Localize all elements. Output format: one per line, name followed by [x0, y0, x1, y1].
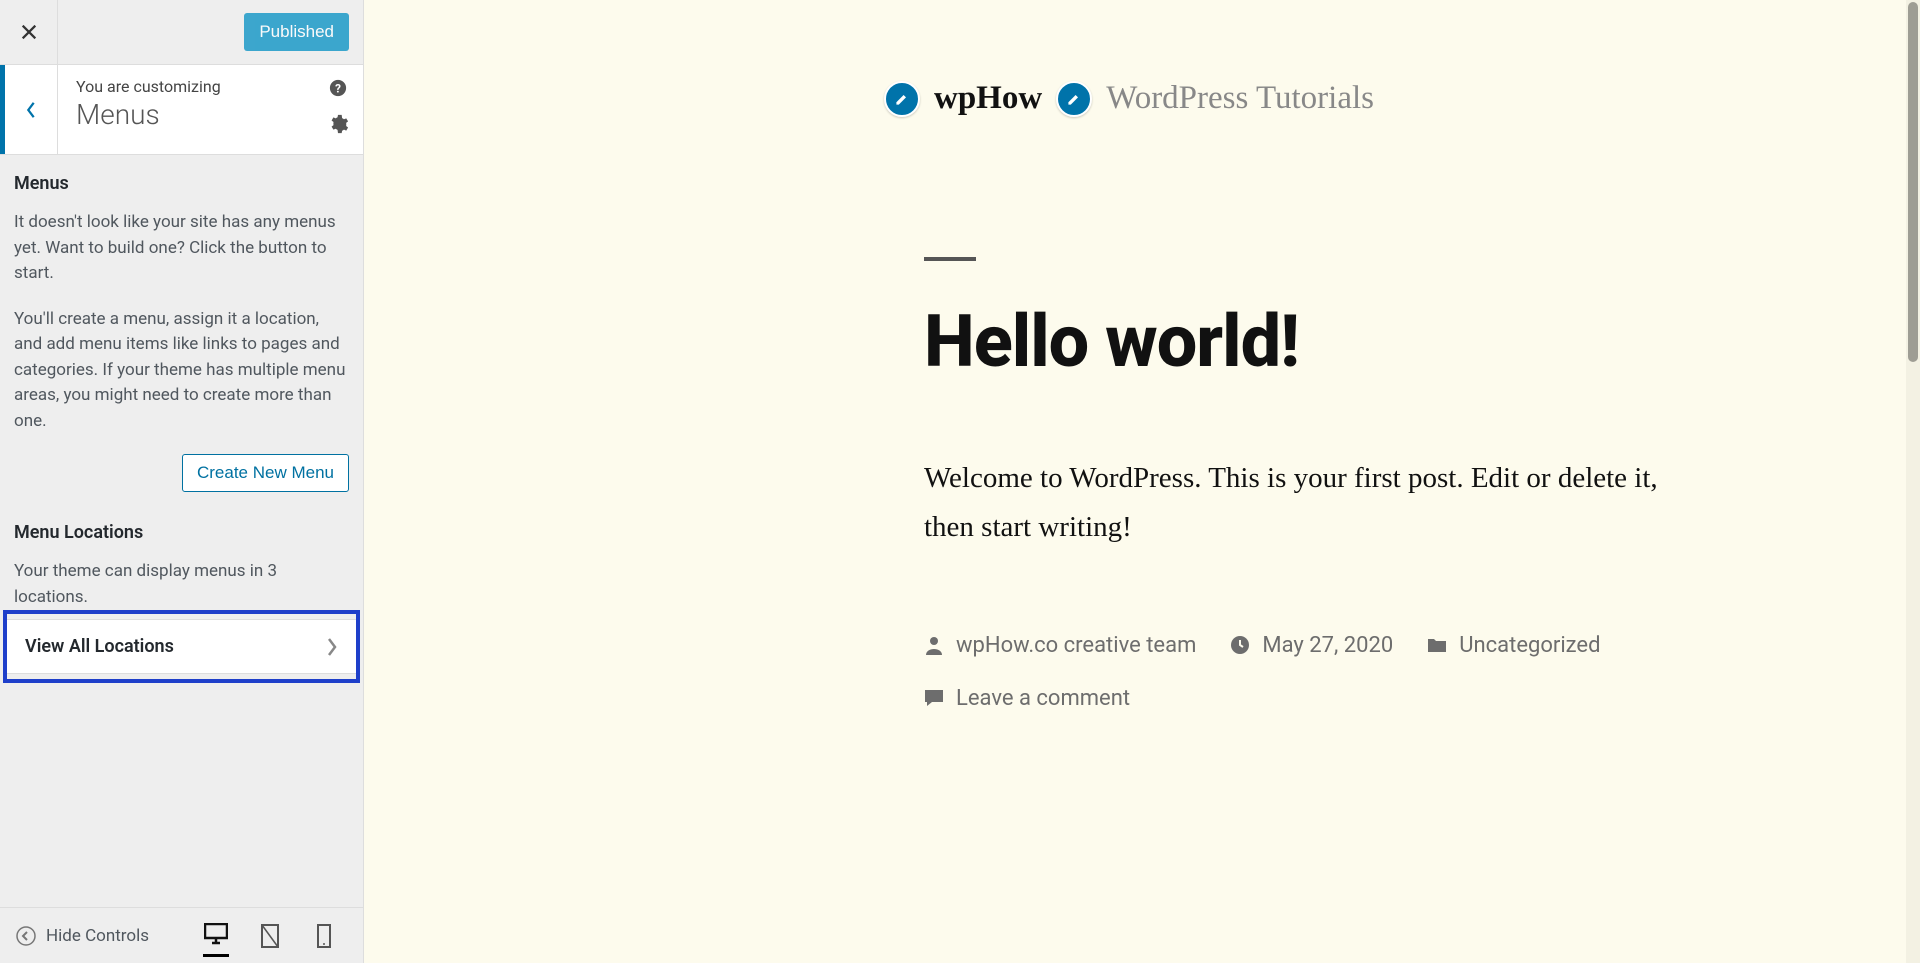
settings-button[interactable] — [327, 113, 349, 139]
menus-para1: It doesn't look like your site has any m… — [14, 210, 349, 287]
device-switcher — [203, 915, 347, 957]
pencil-icon — [894, 91, 910, 107]
locations-text: Your theme can display menus in 3 locati… — [14, 559, 349, 610]
svg-text:?: ? — [335, 82, 341, 96]
scroll-thumb[interactable] — [1908, 2, 1918, 362]
desktop-view-button[interactable] — [203, 915, 229, 957]
post-title[interactable]: Hello world! — [924, 299, 1704, 384]
highlight-annotation: View All Locations — [3, 610, 360, 683]
chevron-left-icon — [25, 101, 37, 119]
help-button[interactable]: ? — [329, 79, 347, 101]
chevron-right-icon — [326, 637, 338, 657]
view-all-label: View All Locations — [25, 636, 174, 657]
site-preview[interactable]: wpHow WordPress Tutorials Hello world! W… — [364, 0, 1920, 963]
panel-body: Menus It doesn't look like your site has… — [0, 155, 363, 907]
site-header: wpHow WordPress Tutorials — [364, 0, 1920, 117]
create-row: Create New Menu — [14, 454, 349, 492]
hide-controls-label: Hide Controls — [46, 926, 149, 946]
customizer-sidebar: Published You are customizing Menus ? Me… — [0, 0, 364, 963]
clock-icon — [1230, 635, 1250, 655]
help-icon: ? — [329, 79, 347, 97]
author-meta[interactable]: wpHow.co creative team — [924, 633, 1196, 658]
hide-controls-button[interactable]: Hide Controls — [16, 926, 185, 946]
sidebar-top-row: Published — [0, 0, 363, 65]
sidebar-footer: Hide Controls — [0, 907, 363, 963]
close-button[interactable] — [0, 0, 58, 64]
edit-shortcut-title[interactable] — [884, 81, 920, 117]
desktop-icon — [204, 923, 228, 945]
site-title[interactable]: wpHow — [934, 80, 1042, 117]
tablet-icon — [260, 924, 280, 948]
collapse-icon — [16, 926, 36, 946]
published-button[interactable]: Published — [244, 13, 349, 51]
post-body: Welcome to WordPress. This is your first… — [924, 454, 1694, 553]
folder-icon — [1427, 635, 1447, 655]
view-all-locations-item[interactable]: View All Locations — [7, 619, 356, 674]
date-meta[interactable]: May 27, 2020 — [1230, 633, 1393, 658]
tablet-view-button[interactable] — [257, 915, 283, 957]
sidebar-header-row: You are customizing Menus ? — [0, 65, 363, 155]
comment-icon — [924, 688, 944, 708]
section-title: Menus — [76, 98, 345, 131]
pencil-icon — [1066, 91, 1082, 107]
post-meta: wpHow.co creative team May 27, 2020 Unca… — [924, 633, 1704, 711]
locations-heading: Menu Locations — [14, 522, 349, 543]
edit-shortcut-tagline[interactable] — [1056, 81, 1092, 117]
title-divider — [924, 257, 976, 261]
mobile-icon — [317, 924, 331, 948]
comment-meta[interactable]: Leave a comment — [924, 686, 1130, 711]
post-date: May 27, 2020 — [1262, 633, 1393, 658]
author-name: wpHow.co creative team — [956, 633, 1196, 658]
customizing-label: You are customizing — [76, 77, 345, 96]
post-category: Uncategorized — [1459, 633, 1600, 658]
gear-icon — [327, 113, 349, 135]
mobile-view-button[interactable] — [311, 915, 337, 957]
menus-para2: You'll create a menu, assign it a locati… — [14, 307, 349, 435]
menus-heading: Menus — [14, 173, 349, 194]
create-menu-button[interactable]: Create New Menu — [182, 454, 349, 492]
category-meta[interactable]: Uncategorized — [1427, 633, 1600, 658]
publish-cell: Published — [58, 0, 363, 64]
comment-link: Leave a comment — [956, 686, 1130, 711]
back-button[interactable] — [0, 65, 58, 154]
close-icon — [20, 23, 38, 41]
preview-scrollbar[interactable] — [1906, 0, 1920, 963]
person-icon — [924, 635, 944, 655]
post-article: Hello world! Welcome to WordPress. This … — [364, 117, 1704, 711]
section-header: You are customizing Menus ? — [58, 65, 363, 154]
site-tagline: WordPress Tutorials — [1106, 80, 1374, 117]
